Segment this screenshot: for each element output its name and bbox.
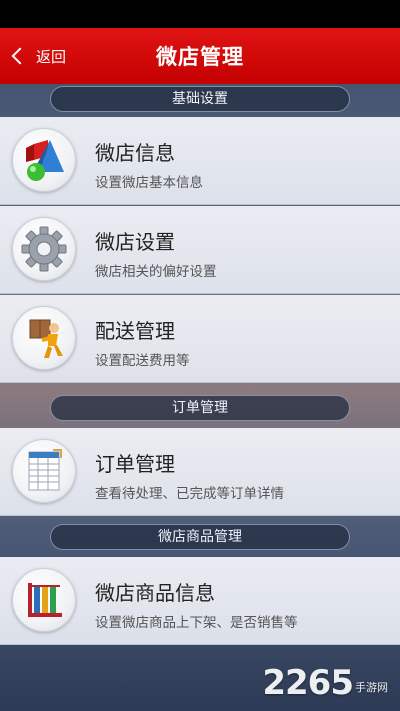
status-bar xyxy=(0,0,400,28)
gear-icon xyxy=(12,217,76,281)
books-icon xyxy=(12,568,76,632)
delivery-icon xyxy=(12,306,76,370)
item-subtitle: 微店相关的偏好设置 xyxy=(95,264,217,280)
item-title: 微店商品信息 xyxy=(95,581,215,605)
document-icon xyxy=(12,439,76,503)
list-item-shop-settings[interactable]: 微店设置 微店相关的偏好设置 xyxy=(0,206,400,294)
item-title: 订单管理 xyxy=(95,452,175,476)
shapes-icon xyxy=(12,128,76,192)
item-title: 微店信息 xyxy=(95,141,175,165)
page-title: 微店管理 xyxy=(156,45,244,69)
list-item-shop-info[interactable]: 微店信息 设置微店基本信息 xyxy=(0,117,400,205)
nav-bar: 返回 微店管理 xyxy=(0,28,400,84)
watermark-number: 2265 xyxy=(262,663,354,703)
section-label: 微店商品管理 xyxy=(50,524,350,550)
item-subtitle: 查看待处理、已完成等订单详情 xyxy=(95,486,284,502)
item-subtitle: 设置微店基本信息 xyxy=(95,175,203,191)
watermark-text: 手游网 xyxy=(355,681,388,694)
list-item-product-info[interactable]: 微店商品信息 设置微店商品上下架、是否销售等 xyxy=(0,557,400,645)
section-header-products: 微店商品管理 xyxy=(0,522,400,552)
section-header-orders: 订单管理 xyxy=(0,393,400,423)
watermark-logo: 2265 手游网 xyxy=(262,663,388,703)
list-item-order-management[interactable]: 订单管理 查看待处理、已完成等订单详情 xyxy=(0,428,400,516)
section-label: 订单管理 xyxy=(50,395,350,421)
item-title: 配送管理 xyxy=(95,319,175,343)
section-label: 基础设置 xyxy=(50,86,350,112)
list-item-delivery[interactable]: 配送管理 设置配送费用等 xyxy=(0,295,400,383)
item-title: 微店设置 xyxy=(95,230,175,254)
section-header-basic: 基础设置 xyxy=(0,84,400,114)
item-subtitle: 设置配送费用等 xyxy=(95,353,190,369)
item-subtitle: 设置微店商品上下架、是否销售等 xyxy=(95,615,298,631)
